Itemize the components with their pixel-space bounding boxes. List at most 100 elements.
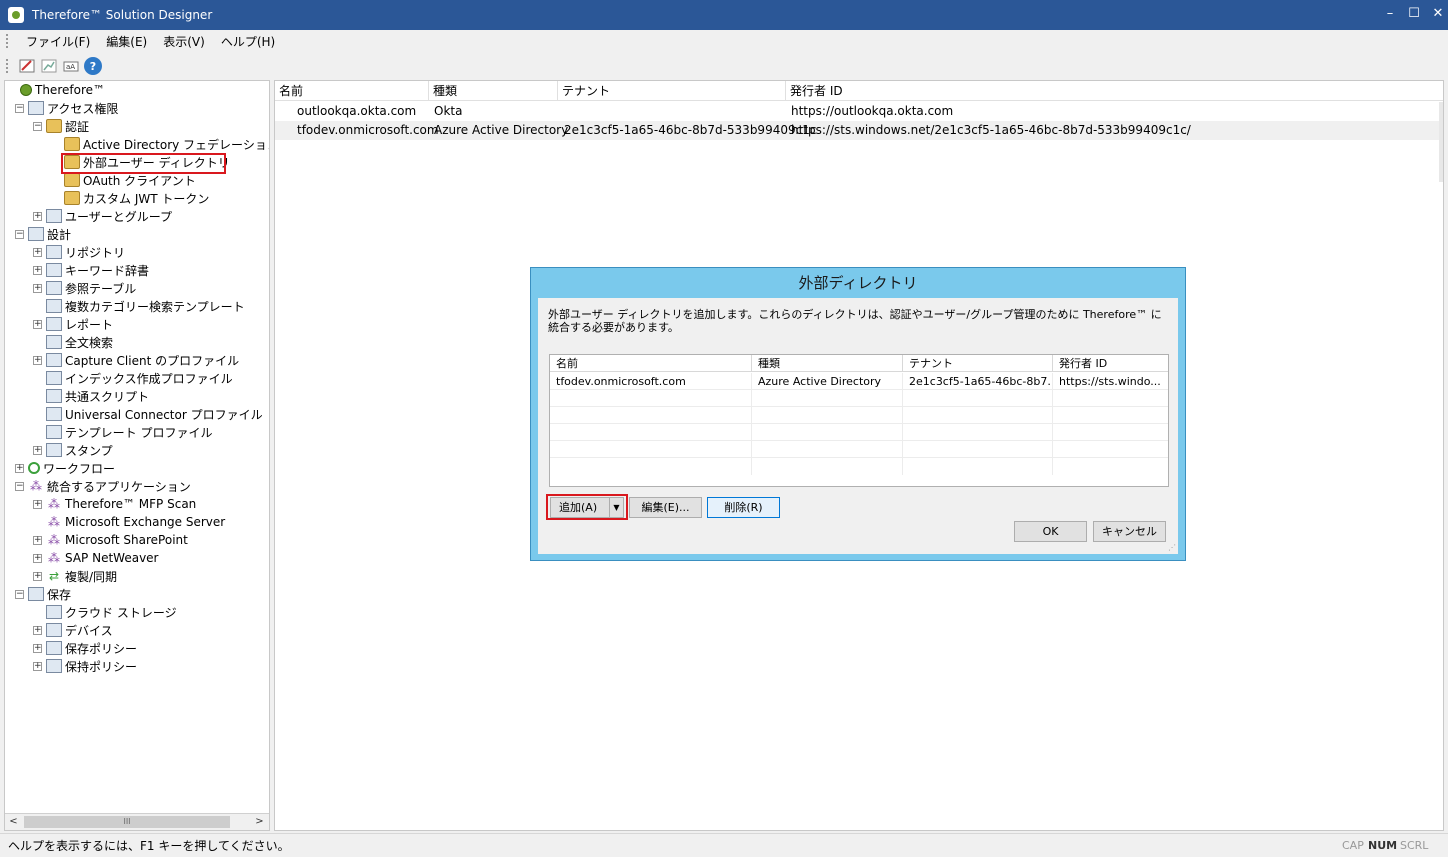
dialog-cell-issuer-id: https://sts.windo... — [1059, 375, 1161, 388]
tree-item[interactable]: − 保存 — [15, 585, 71, 603]
dialog-column-name[interactable]: 名前 — [550, 355, 752, 372]
help-icon[interactable]: ? — [84, 57, 102, 75]
cell-name: outlookqa.okta.com — [297, 104, 417, 118]
tree-item[interactable]: + デバイス — [33, 621, 113, 639]
exchange-icon: ⁂ — [48, 515, 60, 529]
tree-item[interactable]: ⁂ Microsoft Exchange Server — [33, 513, 225, 531]
expand-icon[interactable]: + — [33, 625, 42, 635]
tree-item[interactable]: + ワークフロー — [15, 459, 115, 477]
dialog-empty-row — [550, 441, 1168, 458]
expand-icon[interactable]: + — [33, 211, 42, 221]
expand-icon[interactable]: + — [15, 463, 24, 473]
column-type[interactable]: 種類 — [429, 81, 558, 101]
edit-button[interactable]: 編集(E)... — [629, 497, 702, 518]
collapse-icon[interactable]: − — [15, 103, 24, 113]
tree-item[interactable]: − 認証 — [33, 117, 89, 135]
dialog-empty-row — [550, 424, 1168, 441]
tree-item[interactable]: クラウド ストレージ — [33, 603, 177, 621]
expand-icon[interactable]: + — [33, 643, 42, 653]
tree-item[interactable]: + スタンプ — [33, 441, 113, 459]
tree-item[interactable]: 複数カテゴリー検索テンプレート — [33, 297, 245, 315]
tree-item[interactable]: − 設計 — [15, 225, 71, 243]
tree-item[interactable]: + キーワード辞書 — [33, 261, 149, 279]
selected-item-highlight — [61, 153, 226, 174]
close-button[interactable]: ✕ — [1426, 4, 1448, 24]
expand-icon[interactable]: + — [33, 571, 42, 581]
list-vertical-scrollbar[interactable] — [1439, 102, 1443, 182]
resize-grip-icon[interactable]: ⋰ — [1168, 543, 1176, 552]
cell-type: Azure Active Directory — [434, 123, 569, 137]
expand-icon[interactable]: + — [33, 445, 42, 455]
expand-icon[interactable]: + — [33, 499, 42, 509]
add-button[interactable]: 追加(A) ▼ — [550, 497, 624, 518]
collapse-icon[interactable]: − — [15, 481, 24, 491]
tree-item[interactable]: + リポジトリ — [33, 243, 125, 261]
column-issuer-id[interactable]: 発行者 ID — [786, 81, 1440, 101]
tree-item[interactable]: 共通スクリプト — [33, 387, 149, 405]
scroll-right-button[interactable]: > — [251, 814, 268, 830]
expand-icon[interactable]: + — [33, 535, 42, 545]
edit-diagram-icon[interactable] — [18, 57, 36, 75]
list-row[interactable]: tfodev.onmicrosoft.com Azure Active Dire… — [275, 121, 1441, 140]
dialog-empty-row — [550, 407, 1168, 424]
tree-item[interactable]: カスタム JWT トークン — [51, 189, 209, 207]
expand-icon[interactable]: + — [33, 283, 42, 293]
collapse-icon[interactable]: − — [15, 589, 24, 599]
column-tenant[interactable]: テナント — [558, 81, 786, 101]
delete-button[interactable]: 削除(R) — [707, 497, 780, 518]
expand-icon[interactable]: + — [33, 355, 42, 365]
tree-horizontal-scrollbar[interactable]: < III > — [5, 813, 269, 830]
dialog-cell-tenant: 2e1c3cf5-1a65-46bc-8b7... — [903, 373, 1053, 390]
tree-item[interactable]: 全文検索 — [33, 333, 113, 351]
cancel-button[interactable]: キャンセル — [1093, 521, 1166, 542]
tree-item[interactable]: Therefore™ — [7, 81, 105, 99]
tree-item[interactable]: インデックス作成プロファイル — [33, 369, 233, 387]
tree-item[interactable]: Universal Connector プロファイル — [33, 405, 263, 423]
tree-item[interactable]: + 保存ポリシー — [33, 639, 137, 657]
tree-item[interactable]: − ⁂ 統合するアプリケーション — [15, 477, 191, 495]
list-header: 名前 種類 テナント 発行者 ID — [275, 81, 1443, 101]
tree-item[interactable]: + ユーザーとグループ — [33, 207, 172, 225]
dialog-directory-table: 名前 種類 テナント 発行者 ID tfodev.onmicrosoft.com… — [549, 354, 1169, 487]
script-icon — [46, 389, 62, 403]
tree-item[interactable]: + ⁂ Microsoft SharePoint — [33, 531, 188, 549]
dialog-column-issuer-id[interactable]: 発行者 ID — [1053, 355, 1168, 372]
menu-file[interactable]: ファイル(F) — [18, 33, 98, 50]
dialog-column-type[interactable]: 種類 — [752, 355, 903, 372]
tree-item[interactable]: + Capture Client のプロファイル — [33, 351, 239, 369]
tree-item[interactable]: + レポート — [33, 315, 113, 333]
font-settings-icon[interactable]: aA — [62, 57, 80, 75]
expand-icon[interactable]: + — [33, 247, 42, 257]
expand-icon[interactable]: + — [33, 553, 42, 563]
menu-help[interactable]: ヘルプ(H) — [213, 33, 283, 50]
keyword-dictionary-icon — [46, 263, 62, 277]
retention-policy-icon — [46, 659, 62, 673]
chart-icon[interactable] — [40, 57, 58, 75]
scroll-thumb[interactable]: III — [24, 816, 230, 828]
tree-item[interactable]: テンプレート プロファイル — [33, 423, 212, 441]
dropdown-arrow-icon[interactable]: ▼ — [609, 498, 623, 517]
maximize-button[interactable]: ☐ — [1402, 4, 1426, 24]
collapse-icon[interactable]: − — [33, 121, 42, 131]
menu-edit[interactable]: 編集(E) — [98, 33, 155, 50]
scroll-left-button[interactable]: < — [5, 814, 22, 830]
tree-item[interactable]: Active Directory フェデレーション サ — [51, 135, 269, 153]
expand-icon[interactable]: + — [33, 265, 42, 275]
tree-item[interactable]: + 保持ポリシー — [33, 657, 137, 675]
ok-button[interactable]: OK — [1014, 521, 1087, 542]
tree-item[interactable]: − アクセス権限 — [15, 99, 118, 117]
tree-item[interactable]: + ⁂ Therefore™ MFP Scan — [33, 495, 196, 513]
tree-item[interactable]: + 参照テーブル — [33, 279, 136, 297]
expand-icon[interactable]: + — [33, 319, 42, 329]
dialog-table-row[interactable]: tfodev.onmicrosoft.com Azure Active Dire… — [550, 373, 1168, 390]
tree-item[interactable]: + ⇄ 複製/同期 — [33, 567, 117, 585]
list-row[interactable]: outlookqa.okta.com Okta https://outlookq… — [275, 102, 1441, 121]
column-name[interactable]: 名前 — [275, 81, 429, 101]
collapse-icon[interactable]: − — [15, 229, 24, 239]
dialog-column-tenant[interactable]: テナント — [903, 355, 1053, 372]
workflow-icon — [28, 462, 40, 474]
expand-icon[interactable]: + — [33, 661, 42, 671]
tree-item[interactable]: + ⁂ SAP NetWeaver — [33, 549, 158, 567]
minimize-button[interactable]: – — [1378, 4, 1402, 24]
menu-view[interactable]: 表示(V) — [155, 33, 213, 50]
